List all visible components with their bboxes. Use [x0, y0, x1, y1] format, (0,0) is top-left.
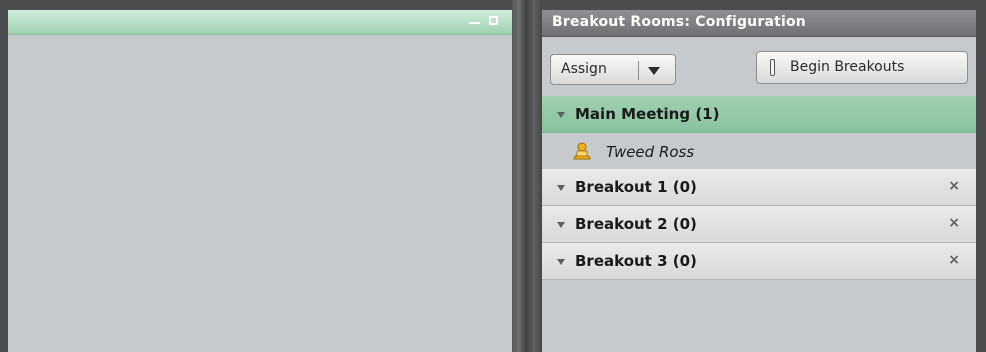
- begin-breakouts-label: Begin Breakouts: [790, 59, 905, 75]
- close-icon[interactable]: ×: [948, 215, 960, 231]
- expand-triangle-icon[interactable]: [557, 112, 565, 118]
- room-header-breakout-2[interactable]: Breakout 2 (0) ×: [542, 206, 976, 243]
- user-icon: [573, 142, 591, 160]
- close-icon[interactable]: ×: [948, 178, 960, 194]
- room-title: Breakout 3 (0): [575, 252, 697, 270]
- maximize-icon[interactable]: [489, 16, 498, 25]
- left-pod-titlebar[interactable]: [8, 10, 512, 35]
- room-header-breakout-1[interactable]: Breakout 1 (0) ×: [542, 169, 976, 206]
- room-title: Breakout 1 (0): [575, 178, 697, 196]
- participant-name: Tweed Ross: [606, 143, 695, 161]
- participant-row[interactable]: Tweed Ross: [542, 133, 976, 169]
- breakout-toolbar: Assign Begin Breakouts: [542, 37, 976, 85]
- room-title: Main Meeting (1): [575, 105, 720, 123]
- room-header-breakout-3[interactable]: Breakout 3 (0) ×: [542, 243, 976, 280]
- minimize-icon[interactable]: [469, 22, 480, 24]
- begin-breakouts-button[interactable]: Begin Breakouts: [756, 51, 968, 84]
- pod-title: Breakout Rooms: Configuration: [552, 14, 806, 30]
- assign-separator: [638, 61, 639, 80]
- assign-button[interactable]: Assign: [550, 54, 676, 85]
- assign-dropdown-arrow-icon[interactable]: [648, 67, 660, 75]
- close-icon[interactable]: ×: [948, 252, 960, 268]
- breakout-pod-titlebar[interactable]: Breakout Rooms: Configuration: [542, 10, 976, 37]
- pod-divider[interactable]: [512, 0, 542, 352]
- breakout-rooms-pod: Breakout Rooms: Configuration Assign Beg…: [542, 10, 976, 352]
- rooms-list: Main Meeting (1) Tweed Ross Breakout 1 (…: [542, 96, 976, 280]
- room-title: Breakout 2 (0): [575, 215, 697, 233]
- expand-triangle-icon[interactable]: [557, 259, 565, 265]
- room-header-main-meeting[interactable]: Main Meeting (1): [542, 96, 976, 133]
- expand-triangle-icon[interactable]: [557, 185, 565, 191]
- left-pod: [8, 10, 512, 352]
- assign-button-label: Assign: [561, 61, 607, 77]
- breakout-toggle-icon: [770, 59, 775, 76]
- expand-triangle-icon[interactable]: [557, 222, 565, 228]
